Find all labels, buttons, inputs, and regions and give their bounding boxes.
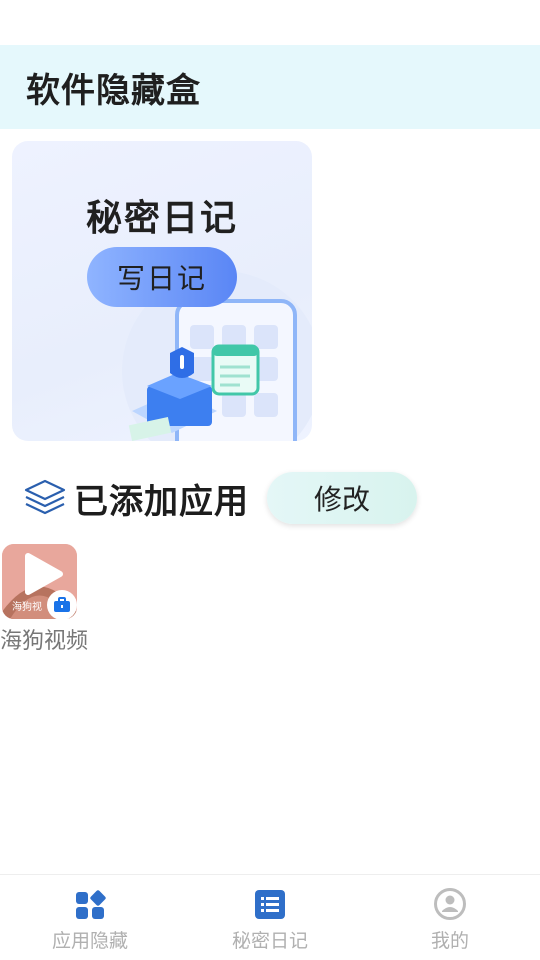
modify-button[interactable]: 修改 [267, 472, 417, 524]
layers-icon [24, 479, 66, 515]
nav-label: 应用隐藏 [51, 930, 128, 952]
briefcase-icon [54, 597, 70, 612]
page-title: 软件隐藏盒 [26, 70, 201, 111]
nav-item-mine[interactable]: 我的 [360, 875, 540, 960]
work-profile-badge [47, 590, 77, 620]
list-icon [255, 890, 285, 919]
diary-card-title: 秘密日记 [85, 198, 238, 239]
nav-item-secret-diary[interactable]: 秘密日记 [180, 875, 360, 960]
nav-label: 秘密日记 [231, 930, 308, 952]
nav-item-app-hide[interactable]: 应用隐藏 [0, 875, 180, 960]
bottom-navigation: 应用隐藏 秘密日记 我的 [0, 874, 540, 960]
status-bar [0, 0, 540, 45]
section-title: 已添加应用 [74, 481, 249, 522]
app-name: 海狗视频 [0, 629, 88, 654]
svg-text:海狗视: 海狗视 [12, 600, 42, 613]
write-diary-button[interactable]: 写日记 [87, 247, 237, 307]
added-apps-header: 已添加应用 修改 [22, 470, 417, 526]
app-header: 软件隐藏盒 [0, 45, 540, 129]
apps-grid-icon [76, 890, 106, 919]
nav-label: 我的 [430, 930, 469, 952]
app-item[interactable]: 海狗视 海狗视频 [0, 543, 90, 654]
profile-icon [434, 888, 466, 920]
secret-diary-card[interactable]: 秘密日记 写日记 [12, 141, 312, 441]
